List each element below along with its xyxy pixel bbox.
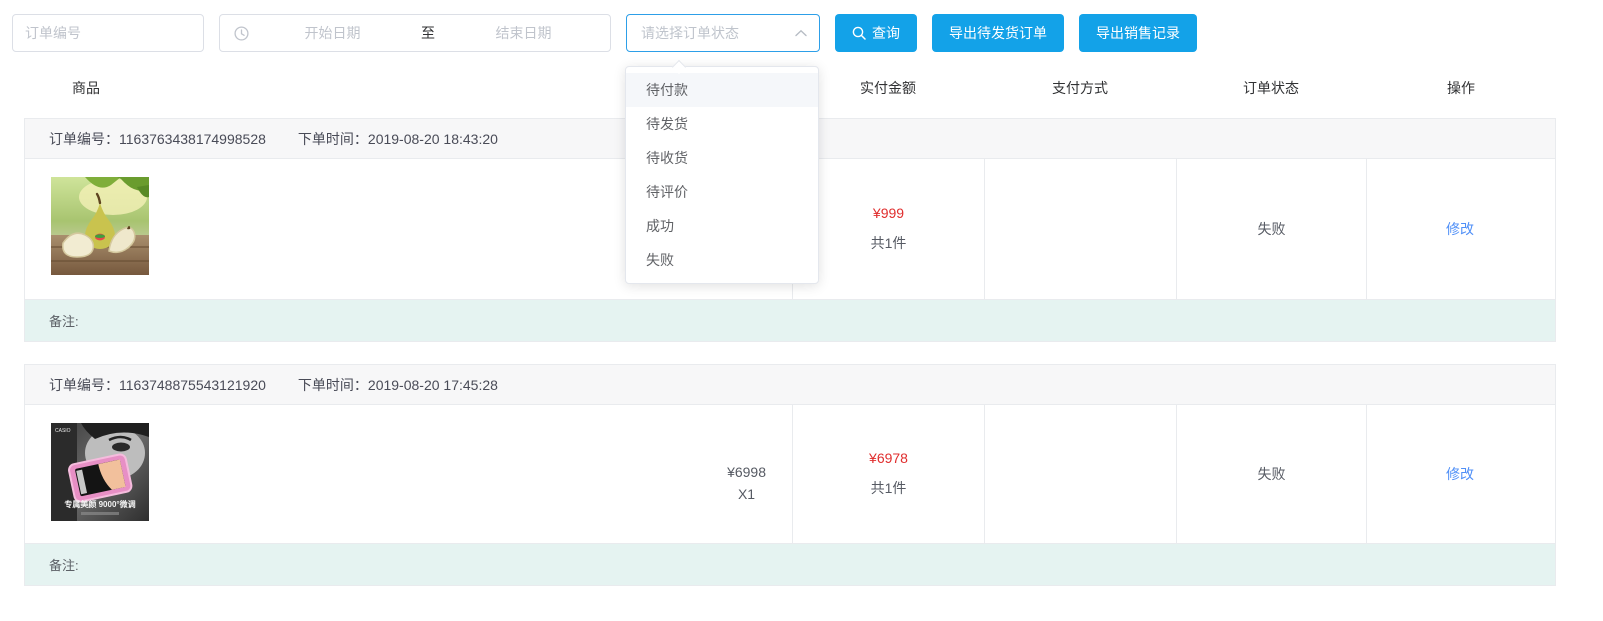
order-group-2: 订单编号：1163748875543121920 下单时间：2019-08-20… — [24, 364, 1556, 586]
product-brand-text: CASIO — [55, 428, 71, 434]
order-status: 失败 — [1258, 464, 1286, 484]
export-sales-records-label: 导出销售记录 — [1096, 23, 1180, 43]
order-time-value: 2019-08-20 17:45:28 — [368, 377, 498, 393]
order-management-page: 开始日期 至 结束日期 请选择订单状态 查询 导出待发货订单 — [0, 0, 1603, 621]
header-pay-method: 支付方式 — [984, 78, 1176, 98]
order-no-label: 订单编号： — [49, 377, 119, 393]
pear-product-image — [51, 177, 149, 275]
action-cell: 修改 — [1366, 159, 1553, 299]
unit-price-qty: ¥6998 X1 — [727, 458, 766, 508]
order-group-2-row: CASIO 专属美颜 9000°微调 ¥6998 — [25, 405, 1555, 543]
export-pending-orders-label: 导出待发货订单 — [949, 23, 1047, 43]
order-no-text: 订单编号：1163748875543121920 — [49, 375, 266, 395]
paid-count: 共1件 — [871, 233, 907, 253]
order-no-value: 1163748875543121920 — [119, 377, 266, 393]
status-option-success[interactable]: 成功 — [626, 209, 818, 243]
paid-amount: ¥999 — [873, 205, 904, 221]
status-dropdown-panel: 待付款 待发货 待收货 待评价 成功 失败 — [625, 66, 819, 284]
order-no-label: 订单编号： — [49, 131, 119, 147]
product-cell: CASIO 专属美颜 9000°微调 ¥6998 — [25, 405, 792, 543]
search-button-label: 查询 — [872, 23, 900, 43]
date-range-picker[interactable]: 开始日期 至 结束日期 — [219, 14, 611, 52]
order-no-value: 1163763438174998528 — [119, 131, 266, 147]
remark-row: 备注: — [25, 299, 1555, 341]
status-option-pending-shipment[interactable]: 待发货 — [626, 107, 818, 141]
order-time-label: 下单时间： — [298, 377, 368, 393]
status-option-failed[interactable]: 失败 — [626, 243, 818, 277]
header-paid-amount: 实付金额 — [792, 78, 984, 98]
date-range-separator: 至 — [411, 23, 445, 43]
order-status-select[interactable]: 请选择订单状态 — [626, 14, 820, 52]
order-time-value: 2019-08-20 18:43:20 — [368, 131, 498, 147]
order-group-2-header: 订单编号：1163748875543121920 下单时间：2019-08-20… — [25, 365, 1555, 405]
chevron-up-icon — [795, 24, 807, 42]
product-caption-text: 专属美颜 9000°微调 — [64, 499, 135, 509]
clock-icon — [228, 26, 254, 41]
start-date-input[interactable]: 开始日期 — [254, 23, 411, 43]
quantity: X1 — [727, 486, 766, 502]
order-status: 失败 — [1258, 219, 1286, 239]
remark-label: 备注: — [49, 555, 79, 574]
status-option-pending-review[interactable]: 待评价 — [626, 175, 818, 209]
status-option-pending-payment[interactable]: 待付款 — [626, 73, 818, 107]
pay-method-cell — [984, 159, 1176, 299]
order-time-text: 下单时间：2019-08-20 17:45:28 — [298, 375, 498, 395]
modify-link[interactable]: 修改 — [1446, 464, 1474, 484]
camera-product-image: CASIO 专属美颜 9000°微调 — [51, 423, 149, 521]
order-time-label: 下单时间： — [298, 131, 368, 147]
status-select-placeholder: 请选择订单状态 — [641, 23, 739, 43]
remark-row: 备注: — [25, 543, 1555, 585]
order-no-text: 订单编号：1163763438174998528 — [49, 129, 266, 149]
end-date-input[interactable]: 结束日期 — [445, 23, 602, 43]
status-option-pending-receipt[interactable]: 待收货 — [626, 141, 818, 175]
order-status-cell: 失败 — [1176, 159, 1366, 299]
paid-amount-cell: ¥6978 共1件 — [792, 405, 984, 543]
export-sales-records-button[interactable]: 导出销售记录 — [1079, 14, 1197, 52]
paid-count: 共1件 — [871, 478, 907, 498]
header-action: 操作 — [1366, 78, 1556, 98]
header-order-status: 订单状态 — [1176, 78, 1366, 98]
search-icon — [852, 26, 866, 40]
export-pending-orders-button[interactable]: 导出待发货订单 — [932, 14, 1064, 52]
paid-amount-cell: ¥999 共1件 — [792, 159, 984, 299]
unit-price: ¥6998 — [727, 464, 766, 480]
paid-amount: ¥6978 — [869, 450, 908, 466]
order-status-cell: 失败 — [1176, 405, 1366, 543]
dropdown-arrow — [672, 60, 686, 74]
modify-link[interactable]: 修改 — [1446, 219, 1474, 239]
pay-method-cell — [984, 405, 1176, 543]
action-cell: 修改 — [1366, 405, 1553, 543]
order-time-text: 下单时间：2019-08-20 18:43:20 — [298, 129, 498, 149]
remark-label: 备注: — [49, 311, 79, 330]
order-no-input[interactable] — [12, 14, 204, 52]
search-button[interactable]: 查询 — [835, 14, 917, 52]
filter-bar: 开始日期 至 结束日期 请选择订单状态 查询 导出待发货订单 — [0, 0, 1603, 52]
